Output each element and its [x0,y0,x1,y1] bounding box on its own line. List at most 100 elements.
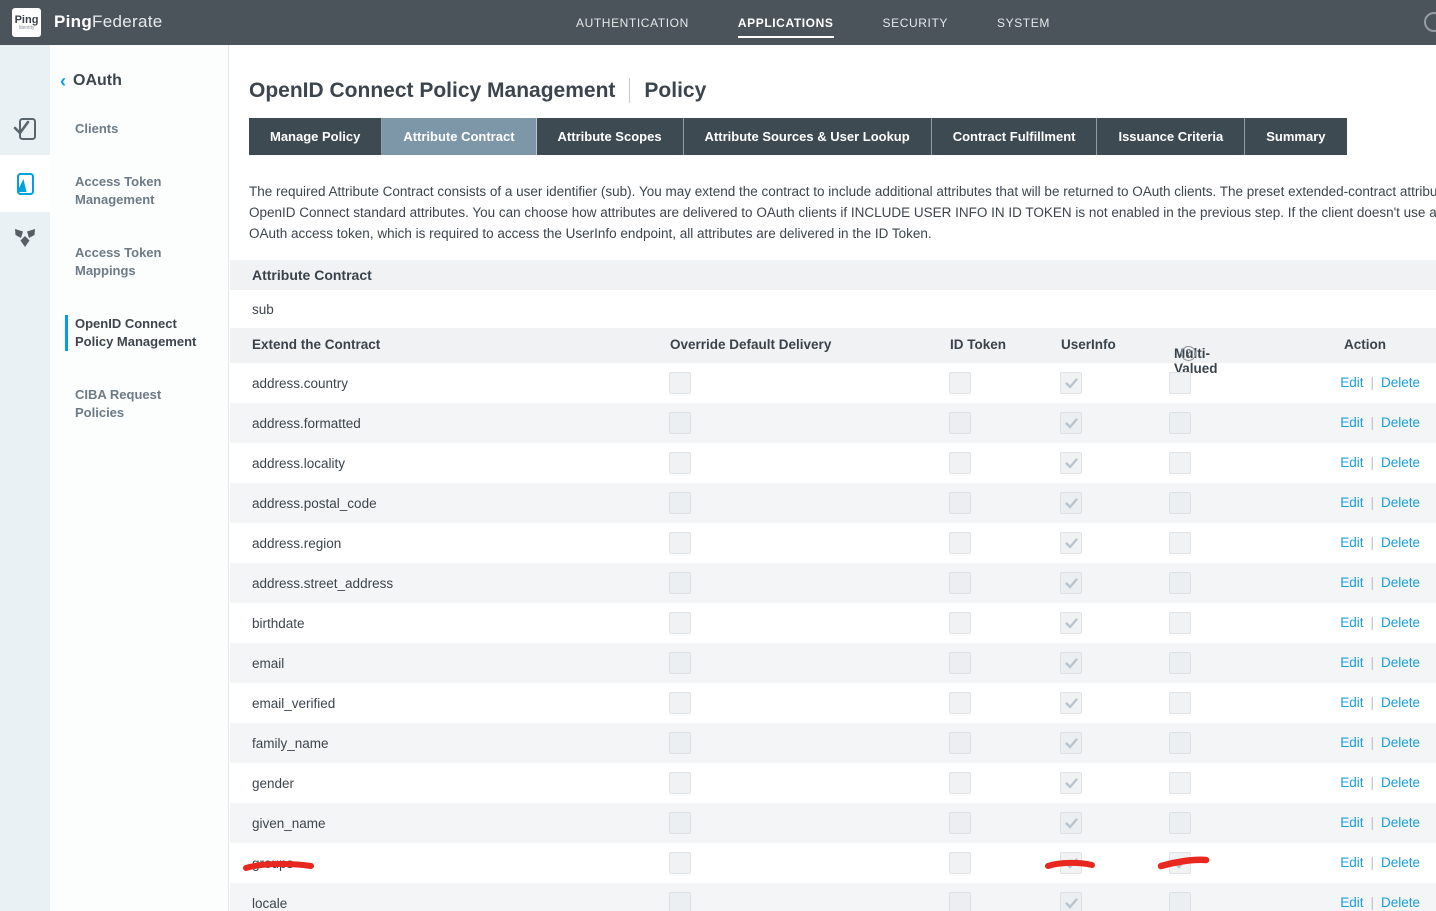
override-default-delivery-checkbox[interactable] [669,572,691,594]
delete-link[interactable]: Delete [1381,895,1420,910]
tab-summary[interactable]: Summary [1245,118,1346,155]
id-token-checkbox[interactable] [949,852,971,874]
userinfo-checkbox[interactable] [1060,732,1082,754]
userinfo-checkbox[interactable] [1060,692,1082,714]
multi-valued-checkbox[interactable] [1169,692,1191,714]
sidebar-item-clients[interactable]: Clients [65,120,205,138]
delete-link[interactable]: Delete [1381,615,1420,630]
applications-icon[interactable] [12,171,38,197]
override-default-delivery-checkbox[interactable] [669,372,691,394]
edit-link[interactable]: Edit [1340,855,1363,870]
override-default-delivery-checkbox[interactable] [669,652,691,674]
tab-attribute-sources-user-lookup[interactable]: Attribute Sources & User Lookup [684,118,932,155]
multi-valued-checkbox[interactable] [1169,372,1191,394]
multi-valued-checkbox[interactable] [1169,892,1191,911]
id-token-checkbox[interactable] [949,612,971,634]
edit-link[interactable]: Edit [1340,615,1363,630]
nav-security[interactable]: SECURITY [883,16,948,30]
authentication-icon[interactable] [12,116,38,142]
userinfo-checkbox[interactable] [1060,492,1082,514]
delete-link[interactable]: Delete [1381,495,1420,510]
edit-link[interactable]: Edit [1340,815,1363,830]
security-icon[interactable] [12,225,38,251]
edit-link[interactable]: Edit [1340,775,1363,790]
id-token-checkbox[interactable] [949,652,971,674]
nav-system[interactable]: SYSTEM [997,16,1050,30]
tab-contract-fulfillment[interactable]: Contract Fulfillment [932,118,1098,155]
userinfo-checkbox[interactable] [1060,652,1082,674]
tab-issuance-criteria[interactable]: Issuance Criteria [1097,118,1245,155]
id-token-checkbox[interactable] [949,372,971,394]
edit-link[interactable]: Edit [1340,735,1363,750]
help-icon[interactable]: ? [1181,346,1196,361]
delete-link[interactable]: Delete [1381,535,1420,550]
multi-valued-checkbox[interactable] [1169,412,1191,434]
override-default-delivery-checkbox[interactable] [669,532,691,554]
id-token-checkbox[interactable] [949,772,971,794]
override-default-delivery-checkbox[interactable] [669,732,691,754]
userinfo-checkbox[interactable] [1060,372,1082,394]
override-default-delivery-checkbox[interactable] [669,452,691,474]
id-token-checkbox[interactable] [949,452,971,474]
override-default-delivery-checkbox[interactable] [669,692,691,714]
id-token-checkbox[interactable] [949,532,971,554]
edit-link[interactable]: Edit [1340,655,1363,670]
userinfo-checkbox[interactable] [1060,572,1082,594]
userinfo-checkbox[interactable] [1060,532,1082,554]
override-default-delivery-checkbox[interactable] [669,852,691,874]
override-default-delivery-checkbox[interactable] [669,812,691,834]
delete-link[interactable]: Delete [1381,415,1420,430]
id-token-checkbox[interactable] [949,692,971,714]
multi-valued-checkbox[interactable] [1169,492,1191,514]
override-default-delivery-checkbox[interactable] [669,892,691,911]
tab-manage-policy[interactable]: Manage Policy [249,118,382,155]
edit-link[interactable]: Edit [1340,575,1363,590]
sidebar-item-access-token-management[interactable]: Access Token Management [65,173,205,209]
override-default-delivery-checkbox[interactable] [669,412,691,434]
id-token-checkbox[interactable] [949,412,971,434]
multi-valued-checkbox[interactable] [1169,652,1191,674]
tab-attribute-scopes[interactable]: Attribute Scopes [537,118,684,155]
id-token-checkbox[interactable] [949,492,971,514]
userinfo-checkbox[interactable] [1060,452,1082,474]
edit-link[interactable]: Edit [1340,455,1363,470]
override-default-delivery-checkbox[interactable] [669,612,691,634]
id-token-checkbox[interactable] [949,732,971,754]
delete-link[interactable]: Delete [1381,735,1420,750]
delete-link[interactable]: Delete [1381,455,1420,470]
edit-link[interactable]: Edit [1340,415,1363,430]
delete-link[interactable]: Delete [1381,695,1420,710]
nav-authentication[interactable]: AUTHENTICATION [576,16,689,30]
multi-valued-checkbox[interactable] [1169,572,1191,594]
userinfo-checkbox[interactable] [1060,852,1082,874]
userinfo-checkbox[interactable] [1060,412,1082,434]
edit-link[interactable]: Edit [1340,535,1363,550]
delete-link[interactable]: Delete [1381,855,1420,870]
multi-valued-checkbox[interactable] [1169,452,1191,474]
edit-link[interactable]: Edit [1340,695,1363,710]
tab-attribute-contract[interactable]: Attribute Contract [382,118,536,155]
sidebar-item-ciba-request-policies[interactable]: CIBA Request Policies [65,386,205,422]
nav-applications[interactable]: APPLICATIONS [738,8,834,38]
userinfo-checkbox[interactable] [1060,612,1082,634]
edit-link[interactable]: Edit [1340,495,1363,510]
userinfo-checkbox[interactable] [1060,892,1082,911]
delete-link[interactable]: Delete [1381,655,1420,670]
search-icon[interactable] [1424,12,1436,32]
delete-link[interactable]: Delete [1381,775,1420,790]
multi-valued-checkbox[interactable] [1169,532,1191,554]
multi-valued-checkbox[interactable] [1169,732,1191,754]
override-default-delivery-checkbox[interactable] [669,772,691,794]
delete-link[interactable]: Delete [1381,375,1420,390]
userinfo-checkbox[interactable] [1060,772,1082,794]
sidebar-back-oauth[interactable]: ‹ OAuth [60,72,228,90]
sidebar-item-openid-connect-policy-management[interactable]: OpenID Connect Policy Management [65,315,205,351]
delete-link[interactable]: Delete [1381,815,1420,830]
sidebar-item-access-token-mappings[interactable]: Access Token Mappings [65,244,205,280]
multi-valued-checkbox[interactable] [1169,772,1191,794]
id-token-checkbox[interactable] [949,892,971,911]
override-default-delivery-checkbox[interactable] [669,492,691,514]
userinfo-checkbox[interactable] [1060,812,1082,834]
multi-valued-checkbox[interactable] [1169,812,1191,834]
id-token-checkbox[interactable] [949,812,971,834]
